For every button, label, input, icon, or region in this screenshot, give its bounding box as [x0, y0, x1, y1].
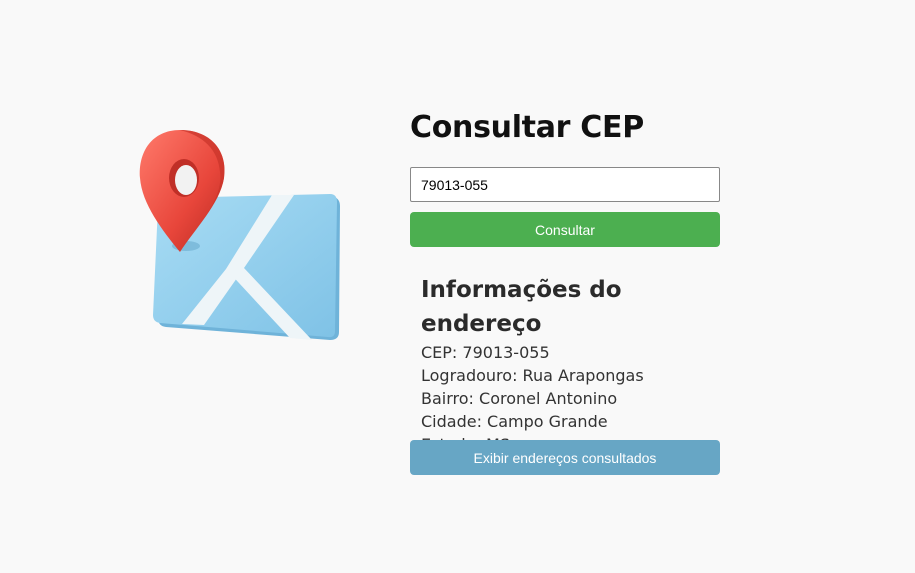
cep-lookup-panel: Consultar CEP Consultar Informações do e…: [410, 108, 720, 475]
address-info: Informações do endereço CEP: 79013-055 L…: [421, 273, 721, 456]
address-info-heading: Informações do endereço: [421, 277, 622, 337]
address-cidade: Cidade: Campo Grande: [421, 412, 608, 431]
show-history-button[interactable]: Exibir endereços consultados: [410, 440, 720, 475]
address-cep: CEP: 79013-055: [421, 343, 550, 362]
map-location-pin-icon: [134, 126, 348, 348]
address-logradouro: Logradouro: Rua Arapongas: [421, 366, 644, 385]
consultar-button[interactable]: Consultar: [410, 212, 720, 247]
address-bairro: Bairro: Coronel Antonino: [421, 389, 618, 408]
cep-input[interactable]: [410, 167, 720, 202]
page-title: Consultar CEP: [410, 110, 644, 145]
